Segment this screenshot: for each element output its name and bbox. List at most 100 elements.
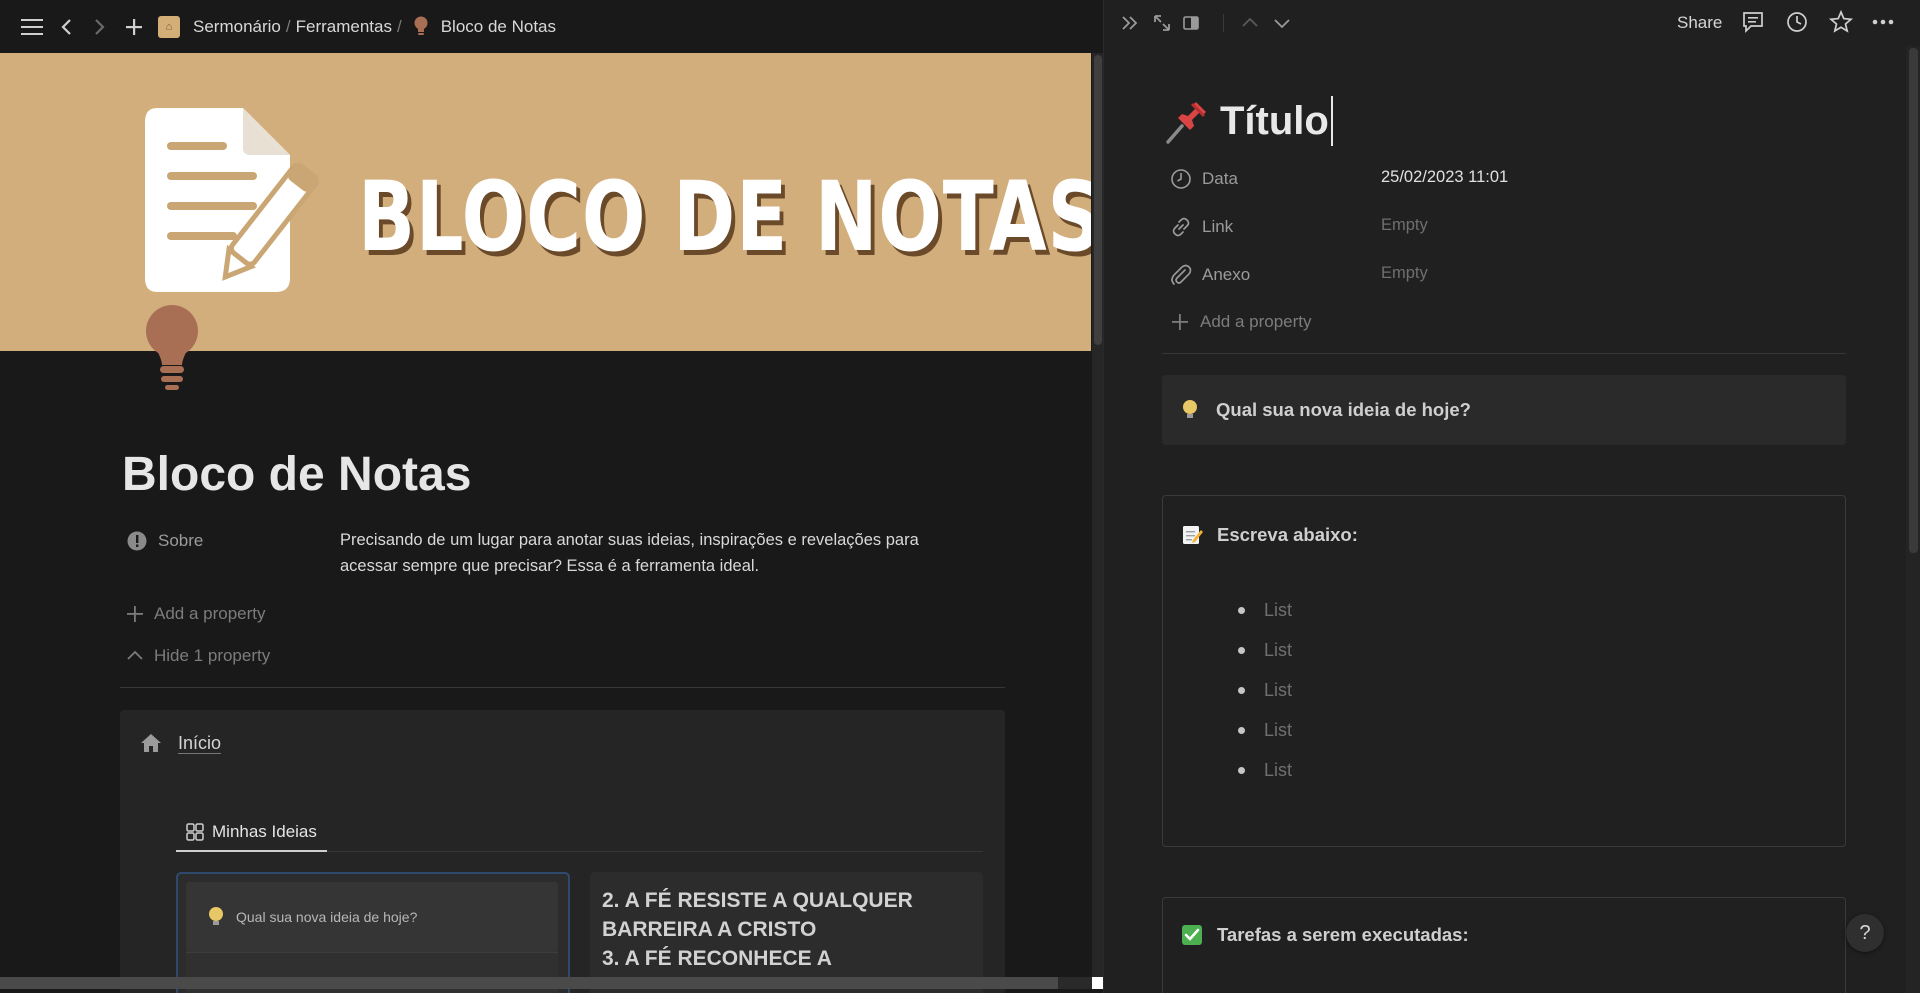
help-button[interactable]: ? — [1846, 914, 1884, 952]
bullet-list: List List List List List — [1238, 590, 1292, 790]
property-sobre-value[interactable]: Precisando de um lugar para anotar suas … — [340, 527, 980, 579]
divider — [120, 687, 1005, 688]
list-item[interactable]: List — [1238, 710, 1292, 750]
breadcrumb-page[interactable]: Bloco de Notas — [441, 17, 556, 37]
peek-page-title[interactable]: Título — [1164, 96, 1333, 146]
page-title[interactable]: Bloco de Notas — [122, 447, 471, 502]
divider — [1162, 353, 1846, 354]
list-item[interactable]: List — [1238, 590, 1292, 630]
tarefas-heading[interactable]: Tarefas a serem executadas: — [1181, 924, 1469, 946]
card-callout-text: Qual sua nova ideia de hoje? — [236, 909, 418, 925]
add-property-button[interactable]: Add a property — [1170, 312, 1312, 332]
page-lightbulb-icon[interactable] — [144, 305, 200, 396]
document-pencil-icon — [145, 108, 319, 292]
list-item-placeholder: List — [1264, 679, 1293, 700]
more-options-icon[interactable] — [1871, 10, 1895, 39]
property-sobre[interactable]: Sobre — [126, 530, 203, 552]
breadcrumb-separator: / — [285, 16, 291, 36]
property-link-value[interactable]: Empty — [1381, 216, 1428, 235]
tab-minhas-ideias[interactable]: Minhas Ideias — [176, 814, 327, 852]
list-item-placeholder: List — [1264, 719, 1293, 740]
top-bar: ⌂ Sermonário / Ferramentas / Bloco de No… — [0, 0, 1103, 53]
plus-icon — [127, 606, 143, 622]
property-label: Data — [1202, 169, 1238, 188]
clock-icon — [1171, 169, 1191, 189]
expand-fullscreen-icon[interactable] — [1152, 10, 1172, 41]
list-item[interactable]: List — [1238, 630, 1292, 670]
comments-icon[interactable] — [1742, 10, 1764, 39]
vertical-scrollbar-thumb[interactable] — [1094, 55, 1102, 345]
breadcrumb-workspace[interactable]: Sermonário — [193, 17, 281, 37]
previous-page-chevron-up-icon[interactable] — [1240, 10, 1260, 41]
peek-toolbar: Share — [1104, 0, 1920, 46]
property-data[interactable]: Data — [1170, 168, 1238, 190]
main-page-pane: ⌂ Sermonário / Ferramentas / Bloco de No… — [0, 0, 1103, 993]
close-peek-double-chevron-icon[interactable] — [1120, 10, 1140, 41]
horizontal-scrollbar-thumb[interactable] — [0, 977, 1058, 989]
exclamation-bubble-icon — [127, 531, 147, 551]
side-peek-pane: Share Título Data 25/02/2023 11:01 Link … — [1104, 0, 1920, 993]
workspace-icon: ⌂ — [158, 15, 180, 38]
check-mark-icon — [1182, 925, 1202, 945]
callout-text: Qual sua nova ideia de hoje? — [1216, 399, 1471, 420]
lightbulb-icon — [1183, 400, 1197, 418]
lightbulb-icon — [414, 16, 428, 38]
list-item[interactable]: List — [1238, 670, 1292, 710]
hide-property-button[interactable]: Hide 1 property — [126, 646, 270, 666]
bullet-dot — [1238, 646, 1245, 654]
text-caret — [1330, 96, 1333, 146]
chevron-up-icon — [127, 650, 143, 660]
new-page-plus-icon[interactable] — [120, 13, 148, 41]
bullet-dot — [1238, 606, 1245, 614]
property-label: Sobre — [158, 531, 204, 550]
vertical-scrollbar-thumb[interactable] — [1909, 48, 1918, 553]
sidebar-menu-icon[interactable] — [18, 13, 46, 41]
hide-property-label: Hide 1 property — [154, 646, 271, 665]
paperclip-icon — [1171, 264, 1192, 285]
bullet-dot — [1238, 686, 1245, 694]
list-item-placeholder: List — [1264, 599, 1293, 620]
lightbulb-icon — [209, 907, 223, 925]
inicio-link[interactable]: Início — [140, 732, 221, 754]
peek-mode-icon[interactable] — [1182, 10, 1200, 41]
property-link[interactable]: Link — [1170, 216, 1233, 238]
ideia-callout[interactable]: Qual sua nova ideia de hoje? — [1162, 375, 1846, 445]
card-text-line: 3. A FÉ RECONHECE A — [602, 947, 832, 970]
list-item-placeholder: List — [1264, 759, 1293, 780]
pushpin-icon — [1166, 102, 1206, 144]
gallery-card[interactable]: Qual sua nova ideia de hoje? — [176, 872, 570, 993]
add-property-button[interactable]: Add a property — [126, 604, 266, 624]
escreva-block: Escreva abaixo: List List List List List — [1162, 495, 1846, 847]
tab-label: Minhas Ideias — [212, 822, 317, 841]
favorite-star-icon[interactable] — [1828, 9, 1854, 39]
tarefas-heading-text: Tarefas a serem executadas: — [1217, 924, 1469, 945]
gallery-card[interactable]: 2. A FÉ RESISTE A QUALQUER BARREIRA A CR… — [590, 872, 983, 993]
next-page-chevron-down-icon[interactable] — [1272, 10, 1292, 41]
property-anexo[interactable]: Anexo — [1170, 264, 1250, 286]
escreva-heading-text: Escreva abaixo: — [1217, 524, 1358, 545]
forward-arrow-icon[interactable] — [86, 13, 114, 41]
bullet-dot — [1238, 726, 1245, 734]
breadcrumb-section[interactable]: Ferramentas — [296, 17, 392, 37]
link-icon — [1172, 217, 1190, 237]
card-text-line: BARREIRA A CRISTO — [602, 918, 817, 941]
toolbar-divider — [1223, 14, 1224, 32]
back-arrow-icon[interactable] — [52, 13, 80, 41]
home-icon — [141, 734, 161, 752]
escreva-heading[interactable]: Escreva abaixo: — [1181, 524, 1358, 546]
property-anexo-value[interactable]: Empty — [1381, 264, 1428, 283]
gallery-grid-icon — [186, 823, 204, 841]
list-item-placeholder: List — [1264, 639, 1293, 660]
plus-icon — [1172, 314, 1188, 330]
scrollbar-corner — [1092, 977, 1103, 989]
cover-title: BLOCO DE NOTAS — [358, 161, 1091, 273]
updates-clock-icon[interactable] — [1786, 10, 1808, 39]
add-property-label: Add a property — [154, 604, 266, 623]
list-item[interactable]: List — [1238, 750, 1292, 790]
property-label: Link — [1202, 217, 1234, 236]
bullet-dot — [1238, 766, 1245, 774]
property-label: Anexo — [1202, 265, 1251, 284]
share-button[interactable]: Share — [1677, 13, 1722, 33]
property-data-value[interactable]: 25/02/2023 11:01 — [1381, 168, 1508, 187]
card-text-line: 2. A FÉ RESISTE A QUALQUER — [602, 889, 913, 912]
